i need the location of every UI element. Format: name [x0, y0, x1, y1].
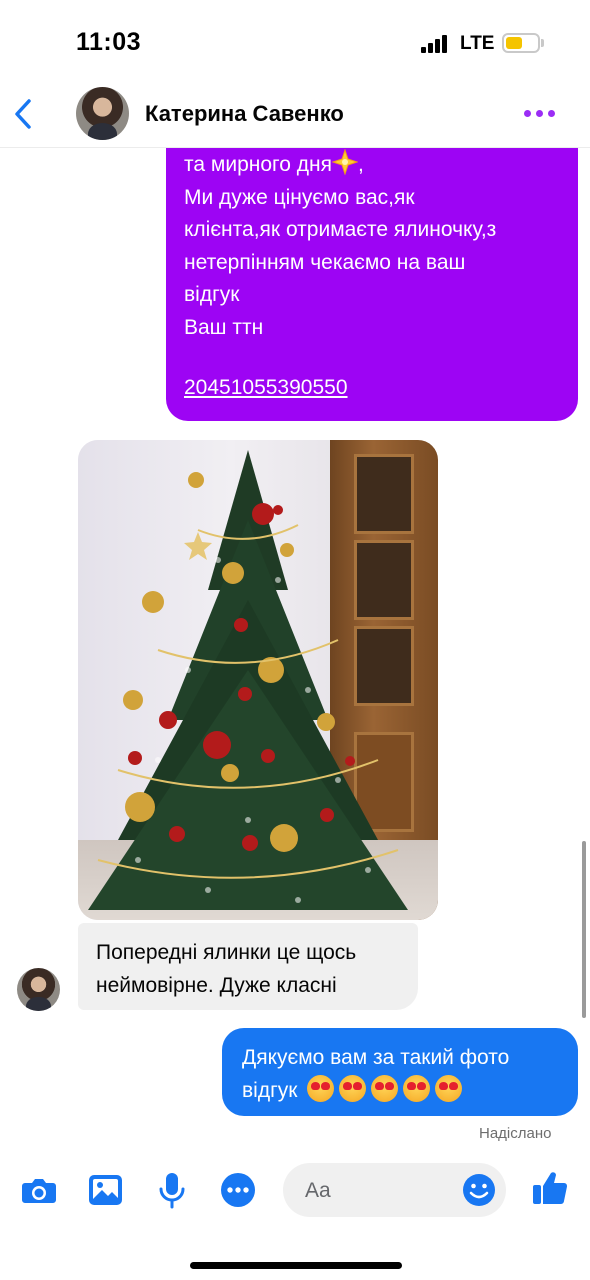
microphone-icon[interactable]	[152, 1170, 192, 1210]
network-type: LTE	[460, 33, 495, 54]
message-text: відгук	[242, 1079, 298, 1102]
emoji-icon[interactable]	[461, 1172, 497, 1208]
message-text: нетерпінням чекаємо на ваш	[184, 250, 466, 274]
tracking-number-link[interactable]: 20451055390550	[184, 372, 564, 405]
message-text: неймовірне. Дуже класні	[96, 974, 337, 997]
message-text: клієнта,як отримаєте ялиночку,з	[184, 218, 497, 241]
message-text: Ми дуже цінуємо вас,як	[184, 185, 415, 209]
sender-avatar[interactable]	[17, 968, 60, 1011]
outgoing-message-bubble[interactable]: та мирного дня, Ми дуже цінуємо вас,як к…	[166, 148, 578, 421]
scrollbar[interactable]	[582, 841, 586, 1018]
delivery-status: Надіслано	[479, 1125, 552, 1142]
conversation-header: Катерина Савенко	[0, 80, 590, 148]
message-list[interactable]: та мирного дня, Ми дуже цінуємо вас,як к…	[0, 148, 590, 1148]
gallery-icon[interactable]	[86, 1170, 126, 1210]
status-time: 11:03	[76, 28, 142, 56]
signal-strength-icon	[421, 35, 451, 53]
glowing-star-emoji-icon	[331, 149, 358, 175]
heart-eyes-emoji-icon	[307, 1075, 467, 1112]
more-options-icon[interactable]	[218, 1170, 258, 1210]
outgoing-reply-bubble[interactable]: Дякуємо вам за такий фото відгук	[222, 1028, 578, 1116]
message-input-container[interactable]	[283, 1163, 506, 1217]
home-indicator[interactable]	[190, 1262, 402, 1269]
message-line: та мирного дня,	[184, 149, 564, 182]
avatar[interactable]	[76, 87, 129, 140]
christmas-tree-image	[88, 450, 408, 910]
christmas-tree-photo[interactable]	[78, 440, 438, 920]
contact-name[interactable]: Катерина Савенко	[145, 101, 344, 127]
status-bar: 11:03 LTE	[0, 0, 590, 80]
message-text: відгук	[184, 283, 240, 306]
battery-tip	[541, 39, 544, 47]
message-composer	[0, 1160, 590, 1220]
message-text: Попередні ялинки це щось	[96, 941, 357, 964]
message-text: ,	[357, 153, 364, 176]
message-input[interactable]	[305, 1178, 445, 1204]
more-dots-icon[interactable]	[524, 110, 556, 118]
chevron-left-icon[interactable]	[12, 98, 36, 130]
message-text: Ваш ттн	[184, 315, 264, 339]
message-text: Дякуємо вам за такий фото	[242, 1046, 510, 1069]
incoming-message-bubble[interactable]: Попередні ялинки це щось неймовірне. Дуж…	[78, 923, 418, 1010]
battery-icon	[502, 33, 540, 53]
like-icon[interactable]	[530, 1168, 570, 1208]
message-text: та мирного дня	[184, 153, 332, 176]
camera-icon[interactable]	[19, 1170, 59, 1210]
